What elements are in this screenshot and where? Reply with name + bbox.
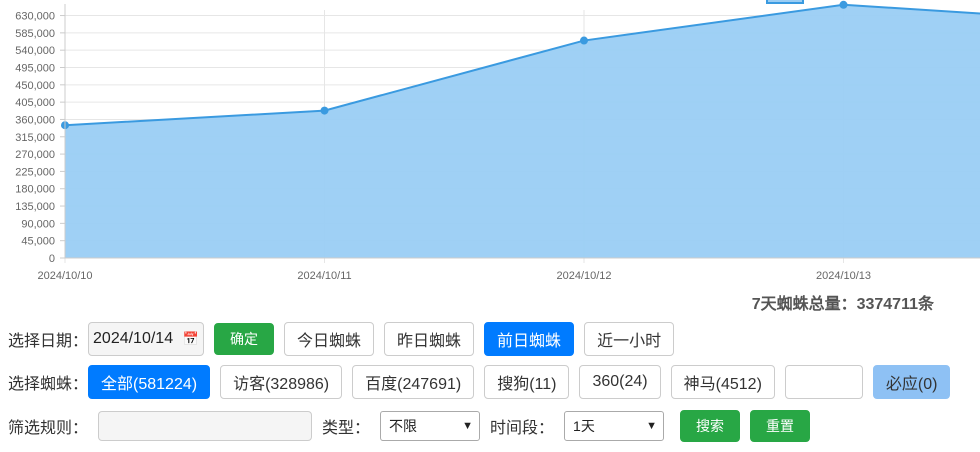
y-tick-label: 0 — [49, 253, 55, 265]
period-select-value: 1天 — [573, 418, 595, 434]
data-point — [839, 0, 848, 9]
date-value: 2024/10/14 — [93, 330, 174, 347]
date-row: 选择日期： 2024/10/14 📅 确定 今日蜘蛛 昨日蜘蛛 前日蜘蛛 近一小… — [8, 322, 675, 356]
type-select[interactable]: 不限 ▼ — [380, 411, 481, 441]
spider-row: 选择蜘蛛： 全部(581224) 访客(328986) 百度(247691) 搜… — [8, 365, 951, 399]
x-tick-label: 2024/10/11 — [297, 270, 351, 282]
spider-bing-button[interactable]: 必应(0) — [872, 365, 951, 399]
calendar-icon[interactable]: 📅 — [183, 331, 199, 347]
chevron-down-icon: ▼ — [646, 420, 658, 432]
y-tick-label: 225,000 — [15, 166, 55, 178]
y-tick-label: 270,000 — [15, 149, 55, 161]
y-tick-label: 180,000 — [15, 184, 55, 196]
yesterday-spider-button[interactable]: 昨日蜘蛛 — [384, 322, 475, 356]
spider-360-button[interactable]: 360(24) — [579, 365, 661, 399]
x-tick-label: 2024/10/12 — [556, 270, 611, 282]
day-before-spider-button[interactable]: 前日蜘蛛 — [484, 322, 575, 356]
y-tick-label: 90,000 — [21, 218, 55, 230]
y-tick-label: 630,000 — [15, 11, 55, 23]
chart-series — [61, 0, 980, 258]
spider-all-button[interactable]: 全部(581224) — [88, 365, 211, 399]
y-tick-label: 135,000 — [15, 201, 55, 213]
period-select[interactable]: 1天 ▼ — [564, 411, 665, 441]
x-tick-label: 2024/10/10 — [37, 270, 92, 282]
y-axis: 0 45,000 90,000 135,000 180,000 225,000 270,00… — [15, 4, 66, 265]
filter-row: 筛选规则： 类型： 不限 ▼ 时间段： 1天 ▼ 搜索 重置 — [8, 410, 811, 442]
spider-label: 选择蜘蛛： — [8, 376, 89, 393]
spider-sogou-button[interactable]: 搜狗(11) — [484, 365, 570, 399]
last-hour-button[interactable]: 近一小时 — [584, 322, 675, 356]
type-label: 类型： — [322, 420, 371, 437]
y-tick-label: 360,000 — [15, 114, 55, 126]
confirm-button[interactable]: 确定 — [214, 323, 275, 355]
legend-swatch — [766, 0, 804, 4]
x-axis: 2024/10/10 2024/10/11 2024/10/12 2024/10/13 — [37, 257, 980, 282]
y-tick-label: 45,000 — [21, 236, 55, 248]
data-point — [320, 106, 329, 115]
y-tick-label: 450,000 — [15, 80, 55, 92]
today-spider-button[interactable]: 今日蜘蛛 — [284, 322, 375, 356]
date-label: 选择日期： — [8, 333, 89, 350]
x-tick-label: 2024/10/13 — [816, 270, 871, 282]
spider-other-button[interactable] — [784, 365, 863, 399]
spider-baidu-button[interactable]: 百度(247691) — [352, 365, 475, 399]
y-tick-label: 585,000 — [15, 28, 55, 40]
search-button[interactable]: 搜索 — [680, 410, 741, 442]
y-tick-label: 495,000 — [15, 63, 55, 75]
total-count: 7天蜘蛛总量：3374711条 — [751, 296, 934, 313]
chevron-down-icon: ▼ — [462, 420, 474, 432]
y-tick-label: 540,000 — [15, 45, 55, 57]
series-area — [65, 4, 980, 258]
filter-rule-input[interactable] — [98, 411, 313, 441]
chart-legend[interactable] — [766, 0, 804, 6]
date-input[interactable]: 2024/10/14 📅 — [88, 322, 205, 356]
period-label: 时间段： — [490, 420, 555, 437]
filter-label: 筛选规则： — [8, 420, 89, 437]
spider-visitor-button[interactable]: 访客(328986) — [220, 365, 343, 399]
y-tick-label: 405,000 — [15, 97, 55, 109]
y-tick-label: 315,000 — [15, 132, 55, 144]
spider-shenma-button[interactable]: 神马(4512) — [670, 365, 775, 399]
spider-trend-chart: 0 45,000 90,000 135,000 180,000 225,000 270,00… — [15, 0, 980, 282]
data-point — [580, 36, 588, 45]
type-select-value: 不限 — [389, 418, 418, 434]
reset-button[interactable]: 重置 — [750, 410, 811, 442]
